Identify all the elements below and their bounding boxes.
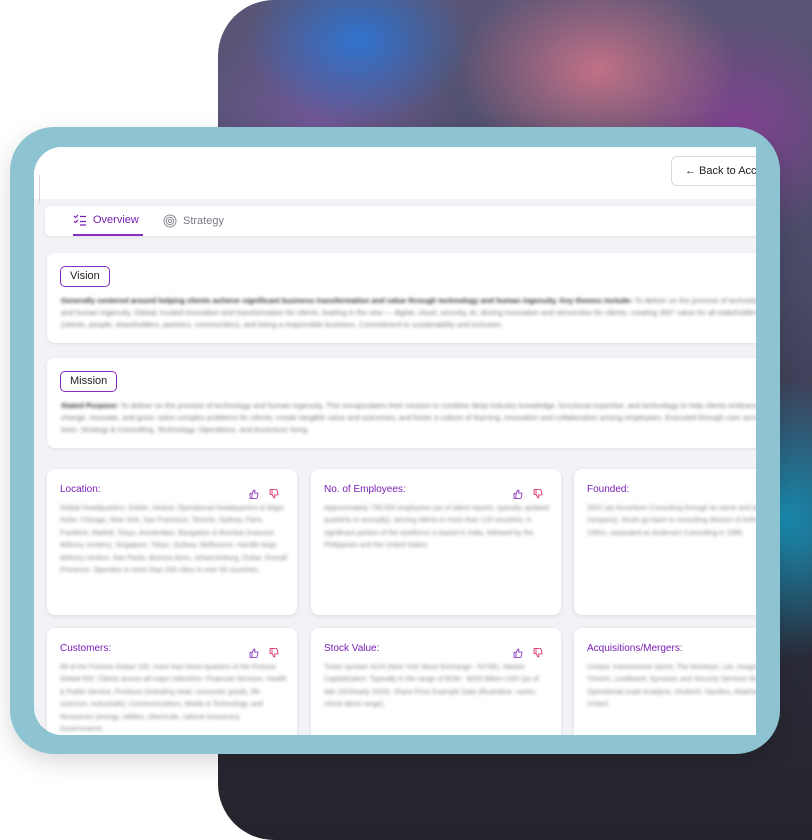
mission-badge: Mission <box>60 371 118 392</box>
vision-badge: Vision <box>60 266 110 287</box>
mission-body: To deliver on the promise of technology … <box>61 401 756 434</box>
info-card-employees: No. of Employees: Approximately 738,000 … <box>311 469 561 615</box>
thumbs-up-icon[interactable] <box>513 486 523 499</box>
vision-lead: Generally centered around helping client… <box>61 296 633 305</box>
card-body: 2001 (as Accenture Consulting through it… <box>587 505 756 537</box>
info-card-acquisitions: Acquisitions/Mergers: Umlaut, Kaminorein… <box>574 628 756 735</box>
tab-strategy-label: Strategy <box>183 215 224 227</box>
card-title: Stock Value: <box>324 643 380 654</box>
feedback-actions <box>249 486 279 499</box>
app-screen: ← Back to Acco Overview Strategy Vision <box>34 147 756 735</box>
card-title: Location: <box>60 484 101 495</box>
thumbs-down-icon[interactable] <box>269 645 279 658</box>
info-card-founded: Founded: 2001 (as Accenture Consulting t… <box>574 469 756 615</box>
thumbs-down-icon[interactable] <box>533 645 543 658</box>
mission-section: Mission Stated Purpose: To deliver on th… <box>47 358 756 448</box>
info-card-customers: Customers: 89 of the Fortune Global 100,… <box>47 628 297 735</box>
mission-text: Stated Purpose: To deliver on the promis… <box>61 400 756 438</box>
feedback-actions <box>249 645 279 658</box>
thumbs-down-icon[interactable] <box>533 486 543 499</box>
vision-text: Generally centered around helping client… <box>61 295 756 333</box>
card-body: 89 of the Fortune Global 100, more than … <box>60 664 287 734</box>
mission-lead: Stated Purpose: <box>61 401 119 410</box>
top-bar: ← Back to Acco <box>34 147 756 203</box>
card-body: Global Headquarters: Dublin, Ireland. Op… <box>60 505 287 575</box>
card-body: Ticker symbol: ACN (New York Stock Excha… <box>324 664 539 709</box>
card-title: Founded: <box>587 484 630 495</box>
card-title: No. of Employees: <box>324 484 406 495</box>
tab-bar: Overview Strategy <box>45 206 756 236</box>
thumbs-down-icon[interactable] <box>269 486 279 499</box>
checklist-icon <box>73 214 86 226</box>
feedback-actions <box>513 486 543 499</box>
thumbs-up-icon[interactable] <box>249 645 259 658</box>
card-title: Acquisitions/Mergers: <box>587 643 683 654</box>
thumbs-up-icon[interactable] <box>249 486 259 499</box>
tab-strategy[interactable]: Strategy <box>163 206 224 236</box>
info-card-location: Location: Global Headquarters: Dublin, I… <box>47 469 297 615</box>
thumbs-up-icon[interactable] <box>513 645 523 658</box>
vision-section: Vision Generally centered around helping… <box>47 253 756 343</box>
left-panel-edge <box>34 175 40 203</box>
card-title: Customers: <box>60 643 112 654</box>
tab-overview[interactable]: Overview <box>73 206 143 236</box>
target-icon <box>163 214 177 228</box>
tab-overview-label: Overview <box>93 214 139 226</box>
card-body: Umlaut, Kaminoreine Sprint, The Monkeys,… <box>587 664 756 709</box>
card-body: Approximately 738,000 employees (as of l… <box>324 505 550 550</box>
back-to-accounts-button[interactable]: ← Back to Acco <box>671 156 756 186</box>
info-card-stock-value: Stock Value: Ticker symbol: ACN (New Yor… <box>311 628 561 735</box>
feedback-actions <box>513 645 543 658</box>
